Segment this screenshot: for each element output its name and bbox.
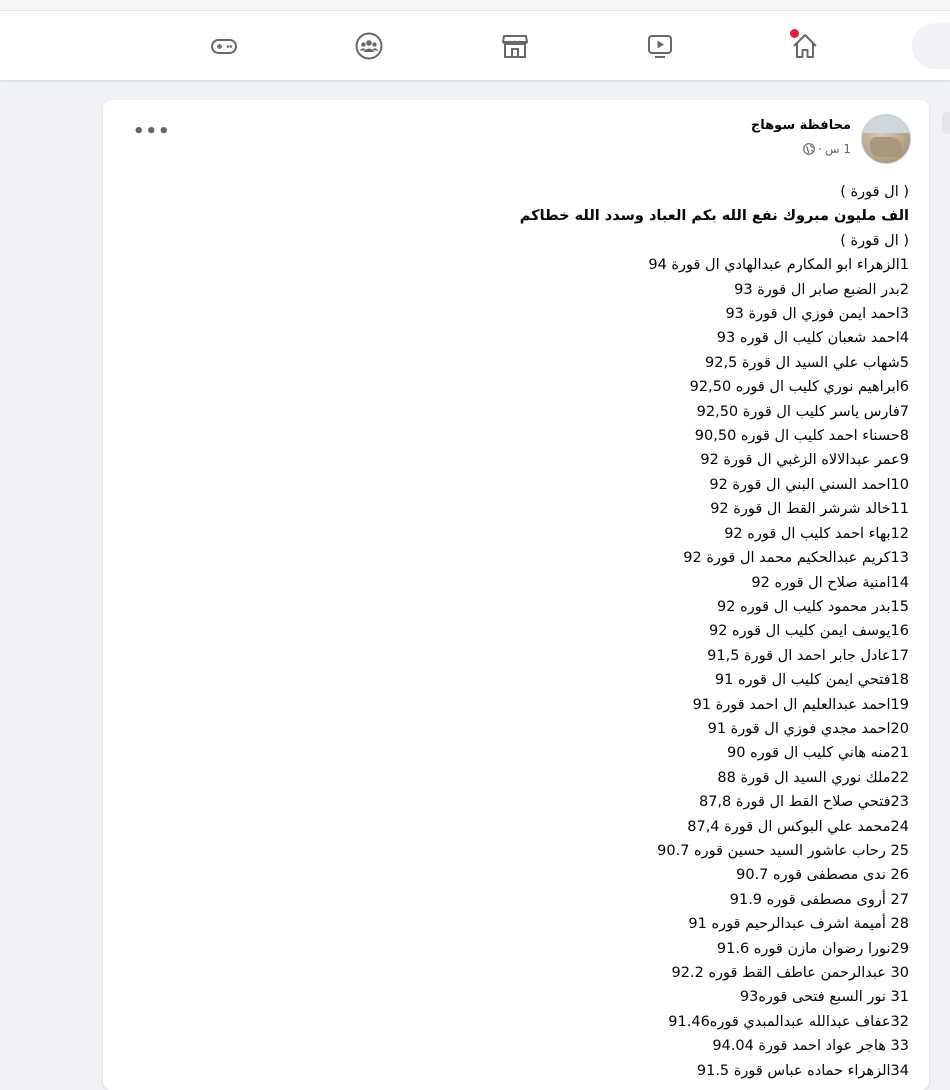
side-edge-button[interactable] xyxy=(942,112,950,134)
list-item: 23فتحي صلاح القط ال قورة 87,8 xyxy=(698,794,909,811)
list-item: 24محمد علي البوكس ال قورة 87,4 xyxy=(687,818,909,835)
post-body: ( ال قورة ) الف مليون مبروك نفع الله بكم… xyxy=(209,180,909,1083)
more-options-button[interactable]: ••• xyxy=(133,123,171,141)
list-item: 17عادل جابر احمد ال قورة 91,5 xyxy=(707,647,909,664)
list-item: 21منه هاني كليب ال قوره 90 xyxy=(727,745,909,762)
list-item: 11خالد شرشر القط ال قورة 92 xyxy=(710,501,909,518)
browser-strip xyxy=(0,0,950,11)
list-item: 6ابراهيم نوري كليب ال قوره 92,50 xyxy=(689,379,909,396)
list-item: 1الزهراء ابو المكارم عبدالهادي ال قورة 9… xyxy=(648,257,909,274)
video-icon xyxy=(648,35,672,58)
list-item: 9عمر عبدالالاه الزغبي ال قورة 92 xyxy=(700,452,909,469)
page-name-link[interactable]: محافظة سوهاج xyxy=(751,118,851,133)
list-item: 10احمد السني البني ال قورة 92 xyxy=(709,476,909,493)
groups-icon xyxy=(355,32,383,60)
post-meta: 1 س · xyxy=(803,142,851,156)
nav-marketplace[interactable] xyxy=(497,28,533,64)
post-header-line: ( ال قورة ) xyxy=(840,184,909,200)
list-item: 2بدر الضبع صابر ال قورة 93 xyxy=(734,281,909,298)
list-item: 18فتحي ايمن كليب ال قوره 91 xyxy=(714,672,909,689)
list-item: 25 رحاب عاشور السيد حسين قوره 90.7 xyxy=(657,842,909,859)
list-item: 34الزهراء حماده عباس قورة 91.5 xyxy=(696,1062,909,1079)
list-item: 26 ندى مصطفى قوره 90.7 xyxy=(736,867,909,884)
notification-dot xyxy=(790,29,799,38)
list-item: 16يوسف ايمن كليب ال قوره 92 xyxy=(708,623,909,640)
list-item: 31 نور السبع فتحى قوره93 xyxy=(739,989,909,1006)
post-header-line: ( ال قورة ) xyxy=(840,232,909,249)
list-item: 15بدر محمود كليب ال قوره 92 xyxy=(717,598,909,615)
post-card: ••• محافظة سوهاج 1 س · ( ال قورة ) الف م… xyxy=(103,100,929,1090)
list-item: 33 هاجر عواد احمد قورة 94.04 xyxy=(712,1038,909,1055)
nav-groups[interactable] xyxy=(351,28,387,64)
list-item: 19احمد عبدالعليم ال احمد قورة 91 xyxy=(692,696,909,713)
top-navigation-bar xyxy=(0,0,950,81)
marketplace-icon xyxy=(502,35,528,58)
list-item: 28 أميمة اشرف عبدالرحيم قوره 91 xyxy=(688,916,909,933)
meta-separator: · xyxy=(818,142,822,156)
list-item: 29نورا رضوان مازن قوره 91.6 xyxy=(716,940,909,957)
avatar[interactable] xyxy=(861,114,911,164)
nav-watch[interactable] xyxy=(642,28,678,64)
list-item: 3احمد ايمن فوزي ال قورة 93 xyxy=(725,306,909,323)
list-item: 20احمد مجدي فوزي ال قورة 91 xyxy=(707,720,909,737)
nav-home[interactable] xyxy=(787,28,823,64)
list-item: 30 عبدالرحمن عاطف القط قوره 92.2 xyxy=(671,965,909,981)
post-header-line: الف مليون مبروك نفع الله بكم العباد وسدد… xyxy=(519,208,909,225)
list-item: 12بهاء احمد كليب ال قوره 92 xyxy=(724,525,909,542)
search-button[interactable] xyxy=(912,23,950,69)
list-item: 7فارس ياسر كليب ال قورة 92,50 xyxy=(696,403,909,420)
list-item: 5شهاب علي السيد ال قورة 92,5 xyxy=(705,354,909,371)
post-time[interactable]: 1 س xyxy=(825,142,851,156)
nav-gaming[interactable] xyxy=(206,28,242,64)
gamepad-icon xyxy=(211,39,237,54)
list-item: 14امنية صلاح ال قوره 92 xyxy=(751,574,909,591)
list-item: 27 أروى مصطفى قوره 91.9 xyxy=(729,891,909,908)
globe-icon[interactable] xyxy=(803,143,815,155)
list-item: 4احمد شعبان كليب ال قوره 93 xyxy=(716,330,909,347)
list-item: 32عفاف عبدالله عبدالمبدي قوره91.46 xyxy=(668,1013,909,1030)
list-item: 8حسناء احمد كليب ال قوره 90,50 xyxy=(694,428,909,445)
list-item: 13كريم عبدالحكيم محمد ال قورة 92 xyxy=(683,550,909,567)
list-item: 22ملك نوري السيد ال قورة 88 xyxy=(717,769,909,786)
